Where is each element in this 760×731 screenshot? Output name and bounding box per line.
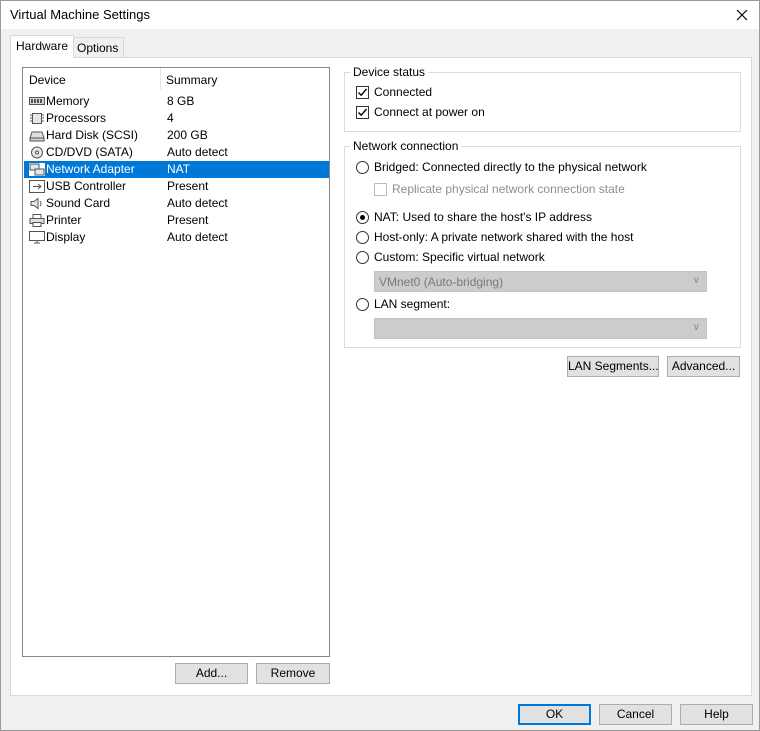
device-name: USB Controller [46,179,127,193]
device-list[interactable]: Device Summary Memory 8 GB Processors 4 [22,67,330,657]
cd-dvd-icon [31,146,43,159]
device-summary: Auto detect [167,145,228,159]
device-name: Hard Disk (SCSI) [46,128,139,142]
custom-network-value: VMnet0 (Auto-bridging) [379,275,504,289]
radio-selected-dot [360,215,365,220]
device-summary: 4 [167,111,174,125]
host-only-label: Host-only: A private network shared with… [374,230,634,244]
device-row-cd-dvd[interactable]: CD/DVD (SATA) Auto detect [24,144,329,161]
tab-options-label: Options [77,41,119,55]
device-name: Sound Card [46,196,111,210]
radio-circle [356,231,369,244]
device-row-usb-controller[interactable]: USB Controller Present [24,178,329,195]
checkbox-box [356,106,369,119]
device-summary: 8 GB [167,94,195,108]
column-separator[interactable] [160,68,161,90]
device-status-label: Device status [350,65,429,79]
device-row-printer[interactable]: Printer Present [24,212,329,229]
hard-disk-icon [29,131,45,142]
device-summary: Present [167,179,209,193]
checkbox-box [356,86,369,99]
device-summary: 200 GB [167,128,208,142]
device-row-hard-disk[interactable]: Hard Disk (SCSI) 200 GB [24,127,329,144]
remove-device-button[interactable]: Remove [256,663,330,684]
processor-icon [30,113,44,124]
usb-icon [29,180,45,193]
custom-label: Custom: Specific virtual network [374,250,545,264]
add-device-button[interactable]: Add... [175,663,248,684]
custom-network-dropdown[interactable]: VMnet0 (Auto-bridging) ∨ [374,271,707,292]
title-bar: Virtual Machine Settings [1,1,759,29]
nat-label: NAT: Used to share the host's IP address [374,210,592,224]
device-row-memory[interactable]: Memory 8 GB [24,93,329,110]
chevron-down-icon: ∨ [692,275,700,286]
device-name: Printer [46,213,82,227]
device-name: CD/DVD (SATA) [46,145,133,159]
device-summary: Present [167,213,209,227]
device-row-display[interactable]: Display Auto detect [24,229,329,246]
lan-segments-button[interactable]: LAN Segments... [567,356,659,377]
bridged-label: Bridged: Connected directly to the physi… [374,160,647,174]
replicate-state-label: Replicate physical network connection st… [392,182,625,196]
close-icon [736,9,748,21]
connected-label: Connected [374,85,433,99]
radio-circle [356,161,369,174]
radio-circle [356,251,369,264]
checkbox-box [374,183,387,196]
tab-hardware[interactable]: Hardware [10,35,75,58]
device-summary: NAT [167,162,191,176]
device-row-processors[interactable]: Processors 4 [24,110,329,127]
device-name: Display [46,230,86,244]
tab-hardware-label: Hardware [16,39,69,53]
device-name: Memory [46,94,90,108]
network-adapter-icon [29,163,45,176]
device-list-header: Device Summary [23,68,329,90]
tab-options[interactable]: Options [71,37,125,58]
connect-at-power-on-label: Connect at power on [374,105,485,119]
window-title: Virtual Machine Settings [10,7,150,22]
speaker-icon [30,197,42,210]
checkmark-icon [358,88,368,97]
device-row-network-adapter[interactable]: Network Adapter NAT [24,161,329,178]
column-header-device[interactable]: Device [29,73,66,87]
cancel-button[interactable]: Cancel [599,704,672,725]
radio-circle [356,211,369,224]
chevron-down-icon: ∨ [692,322,700,333]
checkmark-icon [358,108,368,117]
virtual-machine-settings-window: Virtual Machine Settings Hardware Option… [0,0,760,731]
help-button[interactable]: Help [680,704,753,725]
radio-circle [356,298,369,311]
device-summary: Auto detect [167,196,228,210]
ok-button[interactable]: OK [518,704,591,725]
device-status-group: Device status Connected Connect at power… [344,65,741,132]
memory-icon [29,97,45,105]
network-connection-label: Network connection [350,139,462,153]
device-name: Processors [46,111,107,125]
lan-segment-dropdown[interactable]: ∨ [374,318,707,339]
column-header-summary[interactable]: Summary [166,73,217,87]
display-icon [29,231,45,244]
printer-icon [29,214,45,227]
close-button[interactable] [725,1,759,29]
device-row-sound-card[interactable]: Sound Card Auto detect [24,195,329,212]
advanced-button[interactable]: Advanced... [667,356,740,377]
network-connection-group: Network connection Bridged: Connected di… [344,139,741,348]
lan-segment-label: LAN segment: [374,297,451,311]
device-summary: Auto detect [167,230,228,244]
device-name: Network Adapter [46,162,135,176]
